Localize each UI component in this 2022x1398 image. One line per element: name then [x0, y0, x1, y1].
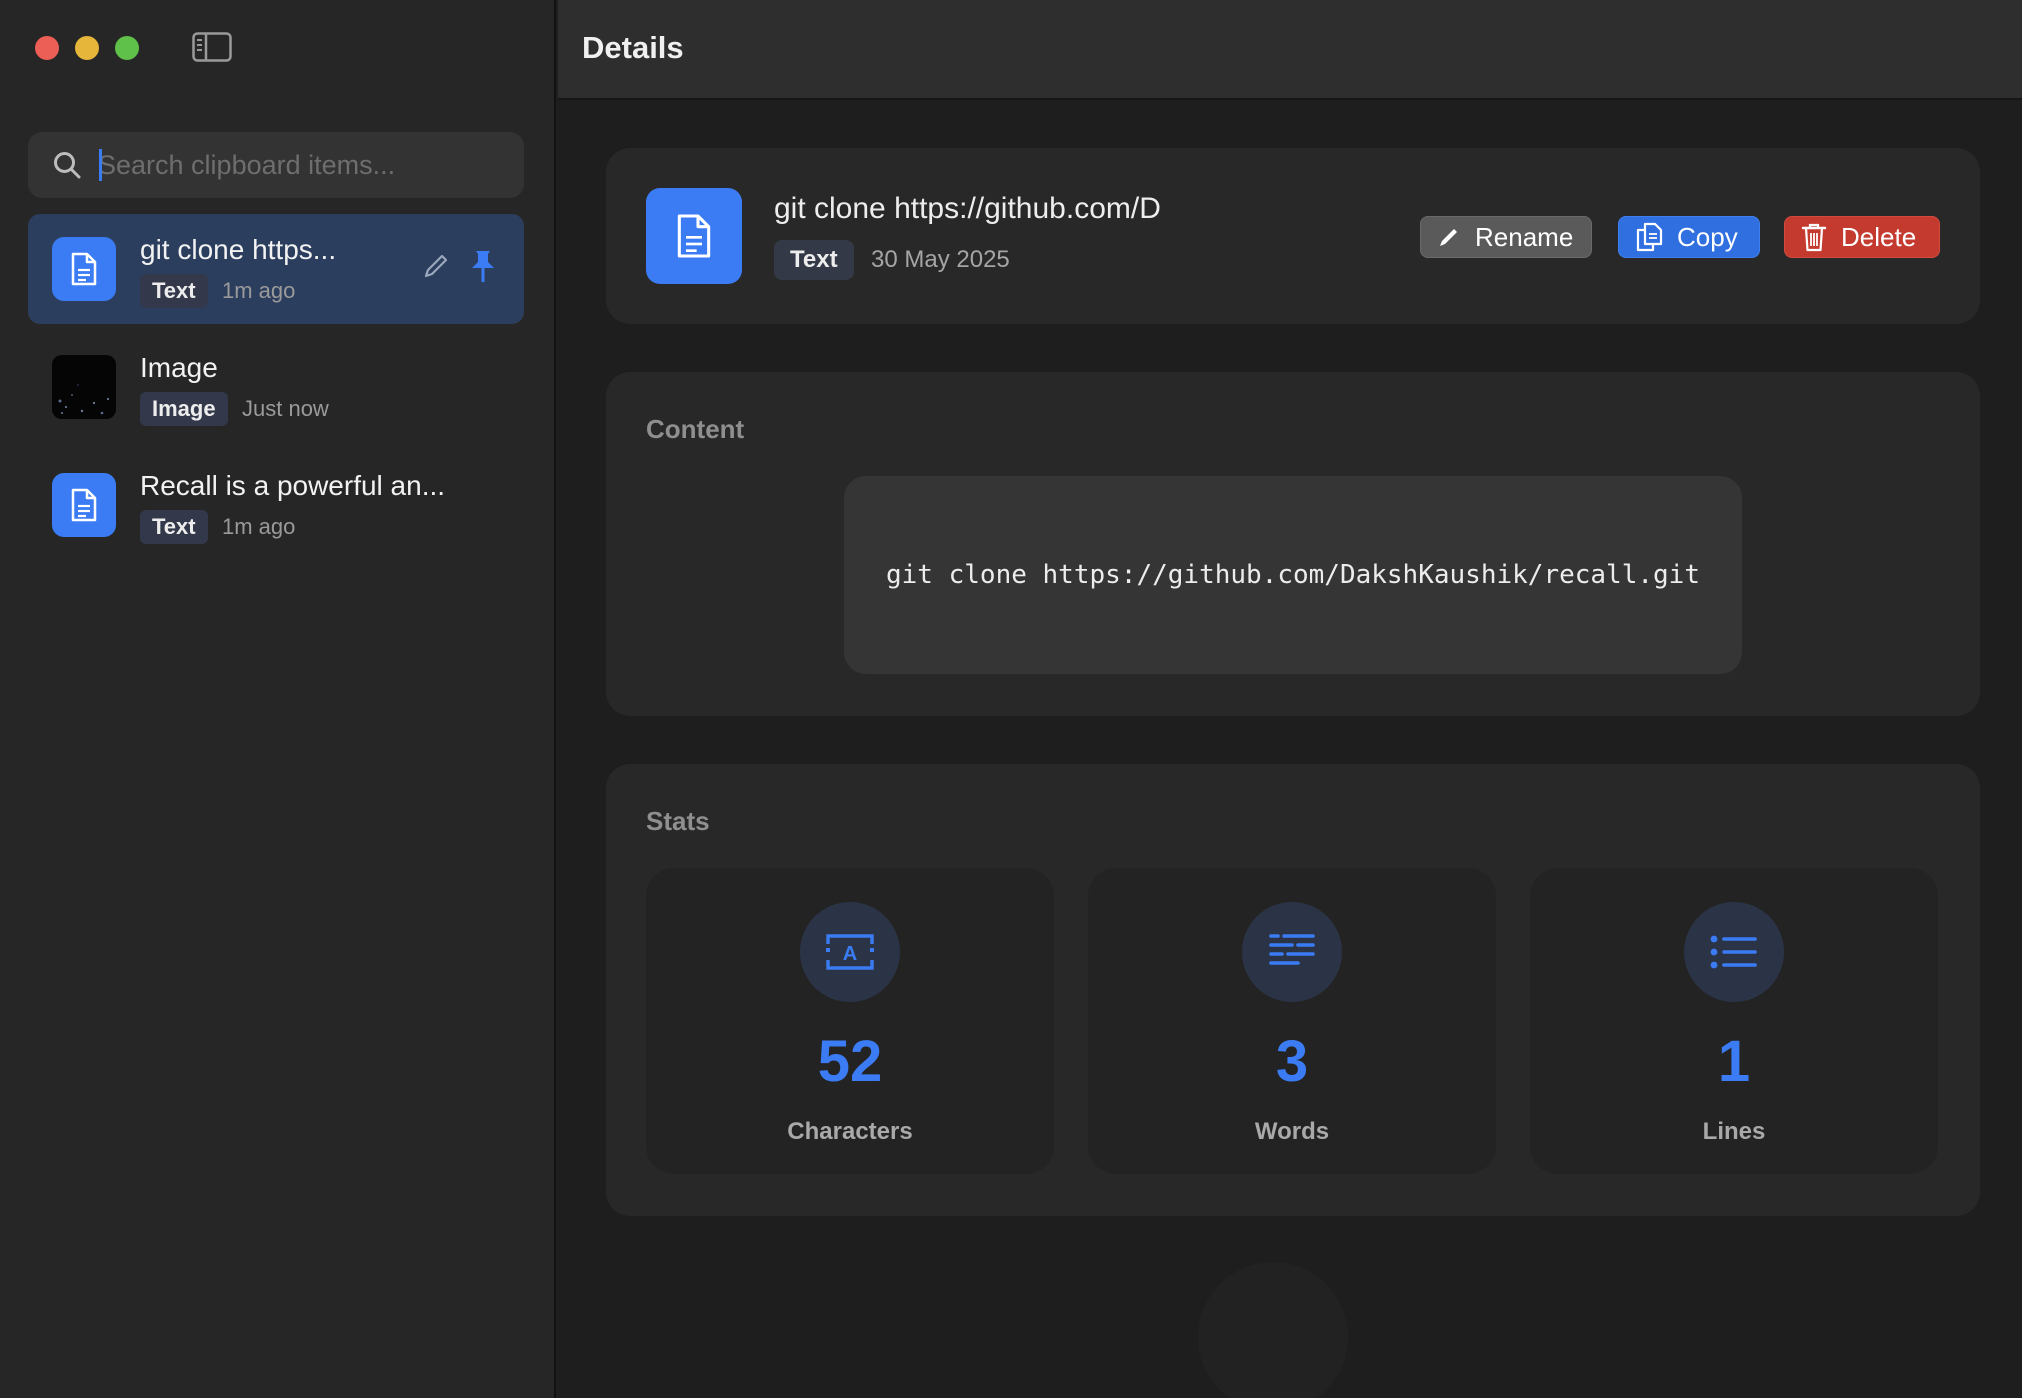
edit-pencil-icon[interactable]: [422, 252, 450, 280]
item-title: Image: [140, 352, 218, 383]
details-header: Details: [558, 0, 2022, 100]
item-time: 1m ago: [222, 278, 296, 303]
clipboard-item-image[interactable]: Image Image Just now: [28, 332, 524, 442]
item-title: Recall is a powerful an...: [140, 470, 446, 501]
svg-text:A: A: [843, 943, 857, 965]
search-icon: [54, 152, 81, 179]
stat-value: 3: [1275, 1029, 1309, 1094]
item-time: 1m ago: [222, 514, 296, 539]
pencil-icon: [1440, 229, 1457, 246]
section-label-stats: Stats: [646, 806, 710, 836]
copy-icon: [1636, 222, 1663, 252]
search-input[interactable]: [98, 132, 508, 198]
text-format-icon: A: [800, 902, 900, 1002]
close-window-button[interactable]: [35, 36, 59, 60]
document-icon: [646, 188, 742, 284]
trash-icon: [1801, 223, 1827, 252]
copy-button[interactable]: Copy: [1618, 216, 1760, 258]
sidebar-toggle-icon[interactable]: [192, 32, 232, 62]
stat-value: 1: [1717, 1029, 1751, 1094]
detail-date: 30 May 2025: [871, 246, 1010, 273]
stats-card: Stats A 52 Characters 3 Words 1 Lines: [606, 764, 1980, 1216]
rename-label: Rename: [1475, 221, 1574, 252]
stat-words: 3 Words: [1088, 868, 1496, 1174]
item-time: Just now: [242, 396, 329, 421]
text-caret: [99, 149, 102, 181]
text-lines-icon: [1242, 902, 1342, 1002]
type-badge: Image: [140, 392, 228, 426]
image-thumbnail: [52, 355, 116, 419]
stat-label: Lines: [1702, 1118, 1766, 1145]
clipboard-item-git-clone[interactable]: git clone https... Text 1m ago: [28, 214, 524, 324]
detail-title: git clone https://github.com/D: [774, 192, 1161, 225]
stat-label: Words: [1254, 1118, 1330, 1145]
list-icon: [1684, 902, 1784, 1002]
pin-icon[interactable]: [468, 248, 498, 284]
rename-button[interactable]: Rename: [1420, 216, 1592, 258]
content-card: Content git clone https://github.com/Dak…: [606, 372, 1980, 716]
section-label-content: Content: [646, 414, 745, 444]
clipboard-item-recall[interactable]: Recall is a powerful an... Text 1m ago: [28, 450, 524, 560]
page-title: Details: [582, 30, 684, 65]
type-badge: Text: [140, 274, 208, 308]
content-text: git clone https://github.com/DakshKaushi…: [886, 560, 1700, 590]
stat-label: Characters: [787, 1118, 913, 1145]
copy-label: Copy: [1677, 221, 1738, 252]
stat-lines: 1 Lines: [1530, 868, 1938, 1174]
detail-summary-card: git clone https://github.com/D Text 30 M…: [606, 148, 1980, 324]
minimize-window-button[interactable]: [75, 36, 99, 60]
document-icon: [52, 237, 116, 301]
content-preview[interactable]: git clone https://github.com/DakshKaushi…: [844, 476, 1742, 674]
item-title: git clone https...: [140, 234, 337, 265]
zoom-window-button[interactable]: [115, 36, 139, 60]
document-icon: [52, 473, 116, 537]
stat-characters: A 52 Characters: [646, 868, 1054, 1174]
stat-value: 52: [817, 1029, 883, 1094]
type-badge: Text: [140, 510, 208, 544]
sidebar: git clone https... Text 1m ago: [0, 0, 556, 1398]
delete-label: Delete: [1841, 221, 1917, 252]
delete-button[interactable]: Delete: [1784, 216, 1940, 258]
search-bar: [28, 132, 524, 198]
type-badge: Text: [774, 240, 854, 280]
background-decoration: [1198, 1262, 1348, 1398]
